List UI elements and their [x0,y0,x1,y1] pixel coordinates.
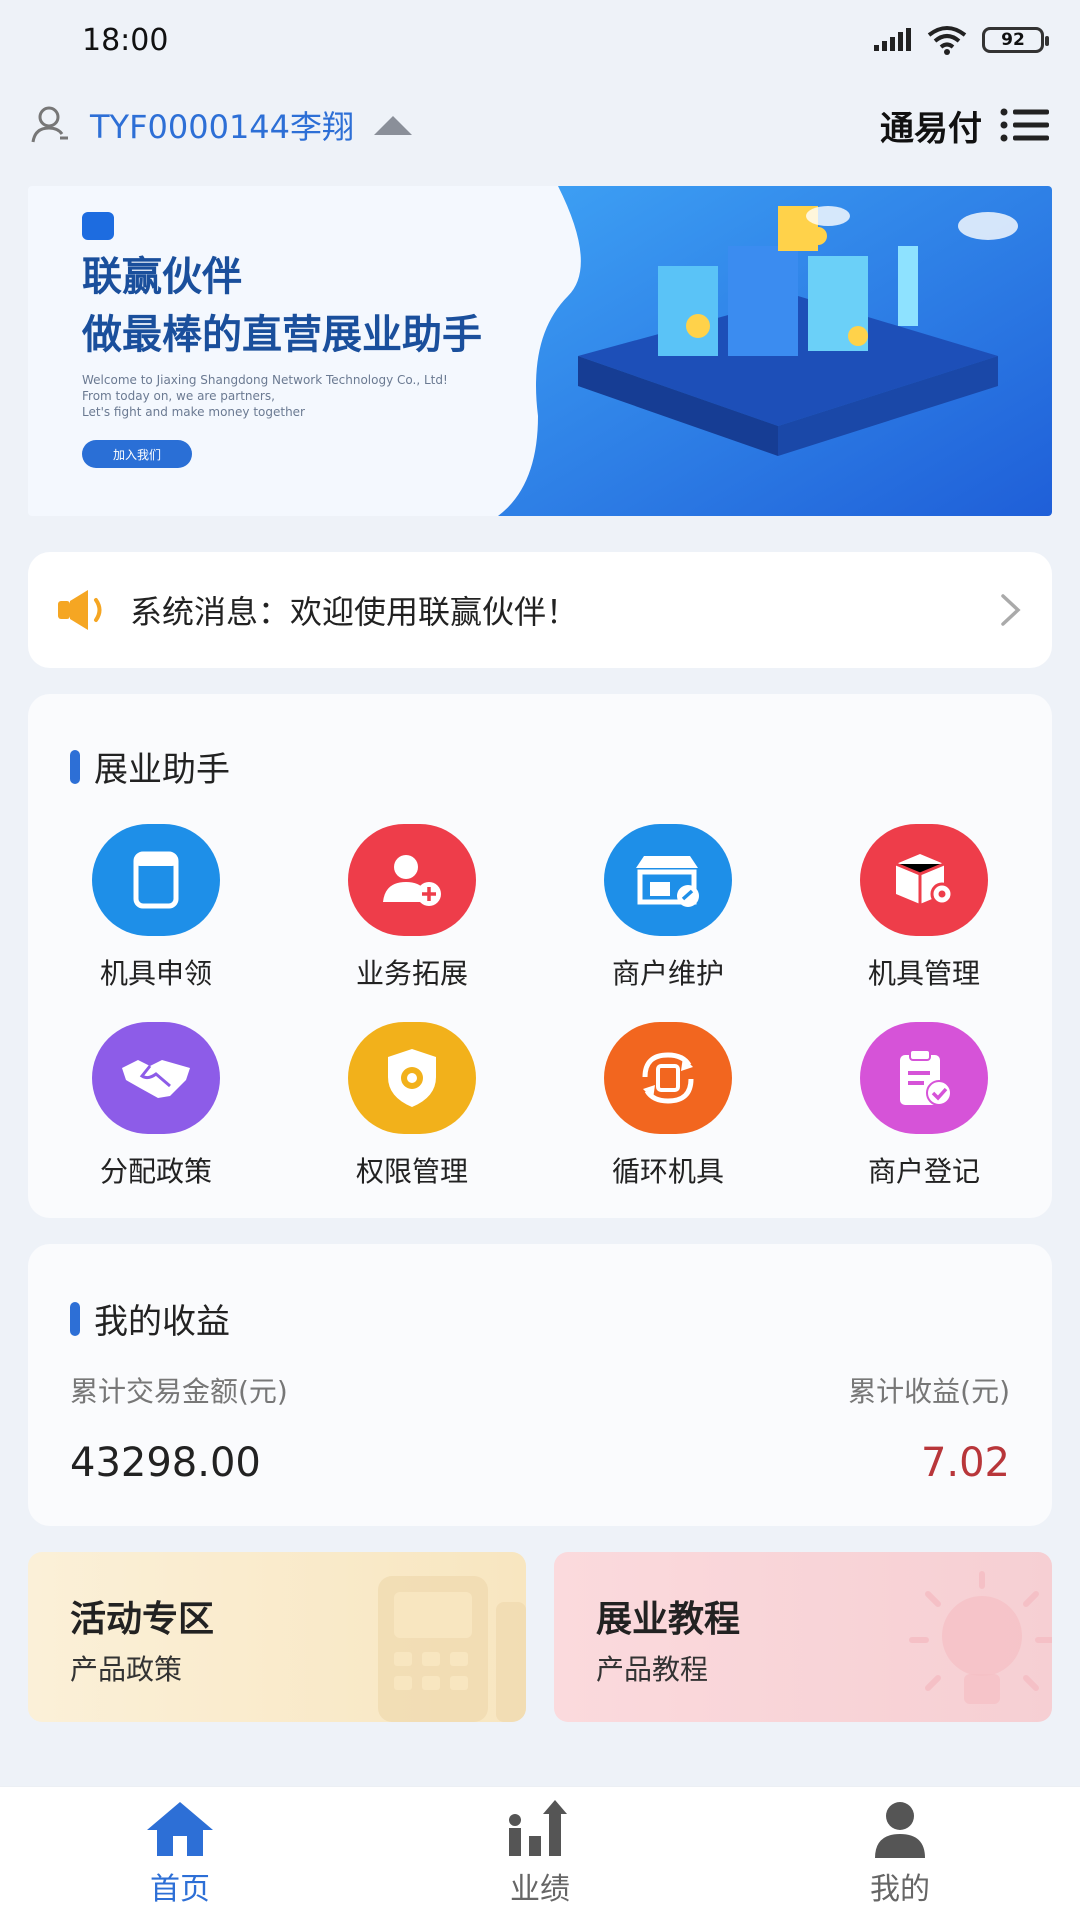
promo-tutorial[interactable]: 展业教程 产品教程 [554,1552,1052,1722]
total-amount-label: 累计交易金额(元) [70,1375,288,1408]
home-icon [147,1801,213,1856]
tab-profile[interactable]: 我的 [800,1800,1000,1908]
signal-icon [874,28,911,51]
promo-subtitle: 产品政策 [70,1653,183,1686]
grid-item-cycle-device[interactable]: 循环机具 [558,1022,778,1190]
battery-indicator: 92 [982,27,1049,53]
pos-terminal-icon [378,1576,526,1722]
status-icons: 92 [872,25,1049,55]
grid-item-allocation-policy[interactable]: 分配政策 [46,1022,266,1190]
total-income-label: 累计收益(元) [848,1375,1010,1408]
shield-gear-icon [348,1022,476,1134]
user-icon [31,106,68,143]
chevron-right-icon[interactable] [998,592,1024,628]
promo-banner[interactable]: 联赢伙伴 做最棒的直营展业助手 Welcome to Jiaxing Shang… [28,186,1052,516]
assistant-header: 展业助手 [70,742,230,791]
system-notice[interactable]: 系统消息：欢迎使用联赢伙伴！ [28,552,1052,668]
promo-activity-zone[interactable]: 活动专区 产品政策 [28,1552,526,1722]
grid-label: 商户登记 [867,1155,980,1188]
tab-home[interactable]: 首页 [80,1800,280,1908]
grid-label: 分配政策 [99,1155,212,1188]
tab-label: 首页 [150,1871,210,1907]
banner-sub-line1: Welcome to Jiaxing Shangdong Network Tec… [82,373,448,387]
status-bar: 18:00 92 [0,0,1080,80]
banner-sub-line2: From today on, we are partners, [82,389,275,403]
banner-title-line1: 联赢伙伴 [82,254,242,300]
profile-icon [875,1801,925,1858]
grid-item-store-maintenance[interactable]: 商户维护 [558,824,778,992]
cycle-device-icon [604,1022,732,1134]
header-right: 通易付 [880,101,1050,150]
clipboard-check-icon [860,1022,988,1134]
tab-label: 业绩 [510,1871,570,1907]
speaker-icon [58,590,102,630]
earnings-card: 我的收益 累计交易金额(元) 累计收益(元) 43298.00 7.02 [28,1244,1052,1526]
app-title: 通易付 [880,108,982,149]
grid-item-permission-management[interactable]: 权限管理 [302,1022,522,1190]
banner-title: 联赢伙伴 做最棒的直营展业助手 [82,248,482,364]
add-user-icon [348,824,476,936]
grid-label: 业务拓展 [355,957,468,990]
earnings-header: 我的收益 [70,1294,230,1343]
notice-text: 系统消息：欢迎使用联赢伙伴！ [130,593,579,631]
promo-subtitle: 产品教程 [596,1653,709,1686]
earnings-title: 我的收益 [94,1302,230,1342]
box-settings-icon [860,824,988,936]
triangle-up-icon[interactable] [372,113,414,137]
total-income-value: 7.02 [920,1440,1010,1486]
handshake-icon [92,1022,220,1134]
bottom-tab-bar: 首页 业绩 我的 [0,1786,1080,1920]
grid-item-merchant-registration[interactable]: 商户登记 [814,1022,1034,1190]
battery-level: 92 [1001,30,1025,50]
section-marker [70,1301,80,1336]
grid-item-business-expand[interactable]: 业务拓展 [302,824,522,992]
account-switcher[interactable]: TYF0000144李翔 [30,102,414,148]
promo-title: 活动专区 [70,1599,215,1640]
menu-icon[interactable] [1000,108,1050,142]
account-name[interactable]: TYF0000144李翔 [90,102,354,148]
performance-chart-icon [509,1799,567,1856]
grid-item-device-management[interactable]: 机具管理 [814,824,1034,992]
grid-label: 机具申领 [99,957,212,990]
banner-title-line2: 做最棒的直营展业助手 [82,312,482,358]
assistant-card: 展业助手 机具申领 业务拓展 商户维护 机具管理 分配政策 权限管理 循环机具 … [28,694,1052,1218]
assistant-title: 展业助手 [94,750,230,790]
grid-label: 商户维护 [611,957,724,990]
grid-item-device-apply[interactable]: 机具申领 [46,824,266,992]
grid-label: 权限管理 [355,1155,468,1188]
banner-sub-line3: Let's fight and make money together [82,405,305,419]
status-time: 18:00 [82,22,169,58]
banner-illustration [498,186,1052,516]
total-amount-value: 43298.00 [70,1440,261,1486]
device-apply-icon [92,824,220,936]
header: TYF0000144李翔 通易付 [0,90,1080,160]
tab-label: 我的 [870,1871,930,1907]
join-us-button[interactable]: 加入我们 [82,440,192,468]
wifi-icon [927,26,967,55]
tab-performance[interactable]: 业绩 [440,1799,640,1908]
section-marker [70,749,80,784]
store-maintenance-icon [604,824,732,936]
promo-title: 展业教程 [596,1599,741,1640]
banner-logo-icon [82,212,114,240]
grid-label: 循环机具 [611,1155,724,1188]
grid-label: 机具管理 [867,957,980,990]
lightbulb-icon [909,1571,1052,1704]
